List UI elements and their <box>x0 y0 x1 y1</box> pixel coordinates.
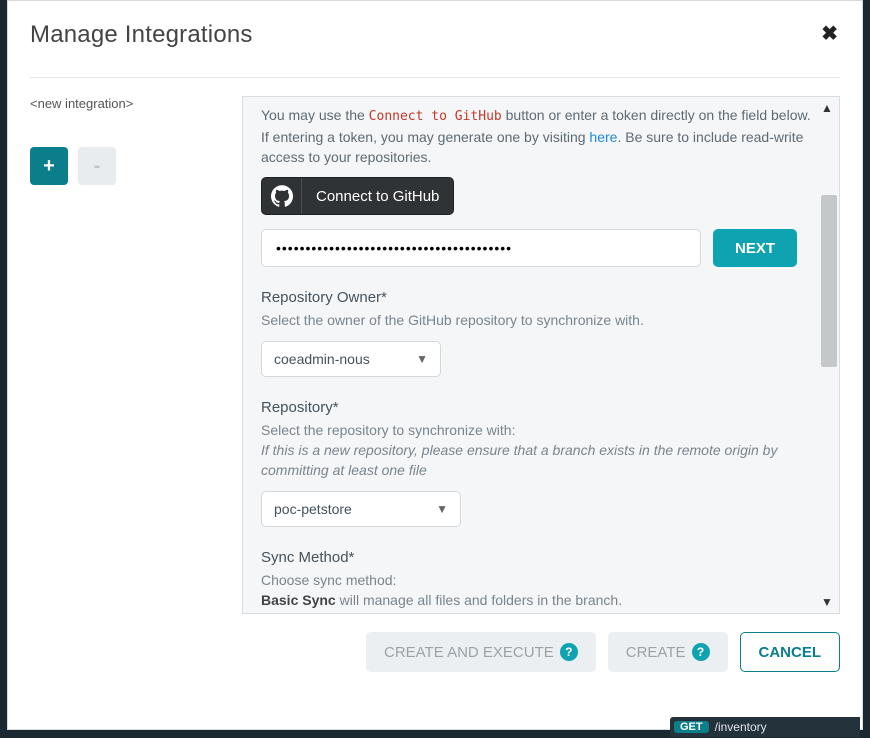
create-button[interactable]: CREATE ? <box>608 632 728 672</box>
sync-method-label: Sync Method* <box>261 549 821 566</box>
scroll-down-arrow[interactable]: ▼ <box>821 595 835 609</box>
token-instructions: You may use the Connect to GitHub button… <box>261 105 821 167</box>
github-icon <box>262 178 302 214</box>
connect-github-code: Connect to GitHub <box>369 109 502 124</box>
repository-select[interactable]: poc-petstore ▼ <box>261 491 461 527</box>
modal-footer: CREATE AND EXECUTE ? CREATE ? CANCEL <box>242 632 840 672</box>
help-icon[interactable]: ? <box>692 643 710 661</box>
new-integration-item[interactable]: <new integration> <box>30 96 230 111</box>
sync-method-help: Choose sync method: Basic Sync will mana… <box>261 570 821 613</box>
next-button[interactable]: NEXT <box>713 229 797 267</box>
remove-integration-button: - <box>78 147 116 185</box>
github-token-input[interactable] <box>261 229 701 267</box>
repository-owner-select[interactable]: coeadmin-nous ▼ <box>261 341 441 377</box>
token-generate-link[interactable]: here <box>589 129 617 145</box>
integration-form-panel: ▲ ▼ You may use the Connect to GitHub bu… <box>242 96 840 614</box>
close-icon[interactable]: ✖ <box>821 21 838 46</box>
repository-help: Select the repository to synchronize wit… <box>261 420 821 481</box>
manage-integrations-modal: Manage Integrations ✖ <new integration> … <box>7 0 863 730</box>
cancel-button[interactable]: CANCEL <box>740 632 841 672</box>
chevron-down-icon: ▼ <box>416 352 428 366</box>
connect-to-github-button[interactable]: Connect to GitHub <box>261 177 454 215</box>
scroll-up-arrow[interactable]: ▲ <box>821 101 835 115</box>
repository-owner-label: Repository Owner* <box>261 289 821 306</box>
create-and-execute-button[interactable]: CREATE AND EXECUTE ? <box>366 632 596 672</box>
endpoint-path: /inventory <box>715 720 767 734</box>
help-icon[interactable]: ? <box>560 643 578 661</box>
repository-label: Repository* <box>261 399 821 416</box>
http-method-badge: GET <box>674 721 709 733</box>
modal-title: Manage Integrations <box>30 21 253 48</box>
modal-header: Manage Integrations ✖ <box>30 21 840 78</box>
add-integration-button[interactable]: + <box>30 147 68 185</box>
integrations-sidebar: <new integration> + - <box>30 96 242 672</box>
chevron-down-icon: ▼ <box>436 502 448 516</box>
background-endpoint-row: GET /inventory <box>670 717 860 737</box>
scrollbar-thumb[interactable] <box>821 195 837 367</box>
repository-owner-help: Select the owner of the GitHub repositor… <box>261 310 821 330</box>
